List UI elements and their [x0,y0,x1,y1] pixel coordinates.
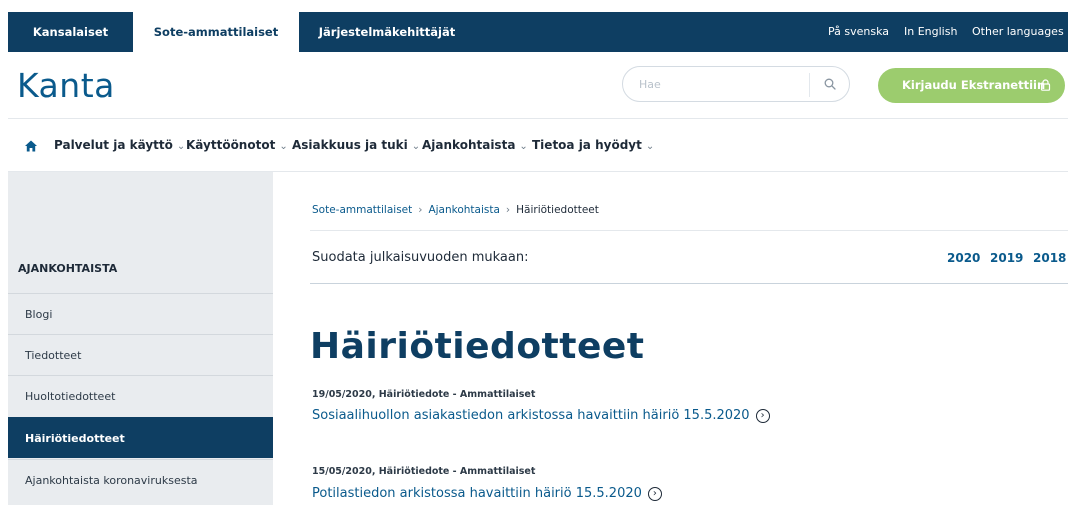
breadcrumb-link-sote[interactable]: Sote-ammattilaiset [312,204,412,216]
filter-divider [310,283,1068,284]
sidebar-item-hairiotiedotteet[interactable]: Häiriötiedotteet [8,417,273,458]
tab-jarjestelmakehittajat[interactable]: Järjestelmäkehittäjät [299,12,475,52]
search-divider [809,73,810,97]
nav-item-label: Ajankohtaista [422,138,516,152]
sidebar-item-tiedotteet[interactable]: Tiedotteet [8,334,273,375]
year-filter-2019[interactable]: 2019 [990,251,1023,265]
breadcrumb: Sote-ammattilaiset › Ajankohtaista › Häiriöt… [312,204,599,216]
lock-icon [1040,79,1051,91]
header-divider [8,118,1068,119]
nav-item-label: Asiakkuus ja tuki [292,138,408,152]
language-link-other[interactable]: Other languages [972,12,1064,52]
sidebar-heading: AJANKOHTAISTA [18,262,118,275]
article-meta: 19/05/2020, Häiriötiedote - Ammattilaise… [312,389,536,400]
login-extranet-button[interactable]: Kirjaudu Ekstranettiin [878,68,1065,103]
breadcrumb-separator: › [418,204,423,216]
sidebar-item-blogi[interactable]: Blogi [8,293,273,334]
search-box [622,66,850,102]
sidebar: AJANKOHTAISTA Blogi Tiedotteet Huoltotie… [8,172,273,505]
sidebar-item-koronavirus[interactable]: Ajankohtaista koronaviruksesta [8,459,273,500]
kanta-logo[interactable]: Kanta [17,66,115,105]
year-filter-2018[interactable]: 2018 [1033,251,1066,265]
article-meta: 15/05/2020, Häiriötiedote - Ammattilaise… [312,466,536,477]
article-link[interactable]: Sosiaalihuollon asiakastiedon arkistossa… [312,408,770,423]
chevron-down-icon: ⌄ [411,141,421,152]
login-button-label: Kirjaudu Ekstranettiin [902,78,1046,92]
arrow-circle-right-icon: › [755,409,770,423]
nav-item-ajankohtaista[interactable]: Ajankohtaista ⌄ [422,138,528,152]
breadcrumb-divider [310,230,1068,231]
breadcrumb-current: Häiriötiedotteet [516,204,599,216]
chevron-down-icon: ⌄ [176,141,186,152]
top-audience-bar: Kansalaiset Sote-ammattilaiset Järjestel… [8,12,1068,52]
article-title: Sosiaalihuollon asiakastiedon arkistossa… [312,408,750,423]
home-icon[interactable] [24,139,38,153]
article-title: Potilastiedon arkistossa havaittiin häir… [312,486,642,501]
chevron-down-icon: ⌄ [519,141,528,152]
tab-sote-ammattilaiset[interactable]: Sote-ammattilaiset [133,12,299,52]
search-icon[interactable] [824,78,836,90]
language-link-english[interactable]: In English [904,12,957,52]
nav-item-tietoa[interactable]: Tietoa ja hyödyt ⌄ [532,138,654,152]
article-link[interactable]: Potilastiedon arkistossa havaittiin häir… [312,486,662,501]
chevron-down-icon: ⌄ [279,141,288,152]
nav-item-label: Tietoa ja hyödyt [532,138,642,152]
language-link-swedish[interactable]: På svenska [828,12,889,52]
nav-item-kayttoonotot[interactable]: Käyttöönotot ⌄ [186,138,288,152]
main-navigation: Palvelut ja käyttö ⌄ Käyttöönotot ⌄ Asiakk… [8,124,1068,170]
nav-item-label: Palvelut ja käyttö [54,138,173,152]
year-filter-label: Suodata julkaisuvuoden mukaan: [312,250,529,265]
nav-item-palvelut[interactable]: Palvelut ja käyttö ⌄ [54,138,185,152]
search-input[interactable] [639,75,799,93]
breadcrumb-separator: › [505,204,511,216]
tab-kansalaiset[interactable]: Kansalaiset [8,12,133,52]
breadcrumb-link-ajankohtaista[interactable]: Ajankohtaista [428,204,499,216]
nav-item-label: Käyttöönotot [186,138,276,152]
chevron-down-icon: ⌄ [645,141,655,152]
page-title: Häiriötiedotteet [310,326,645,367]
sidebar-item-huoltotiedotteet[interactable]: Huoltotiedotteet [8,375,273,416]
nav-item-asiakkuus[interactable]: Asiakkuus ja tuki ⌄ [292,138,420,152]
year-filter-2020[interactable]: 2020 [947,251,980,265]
arrow-circle-right-icon: › [647,487,662,501]
